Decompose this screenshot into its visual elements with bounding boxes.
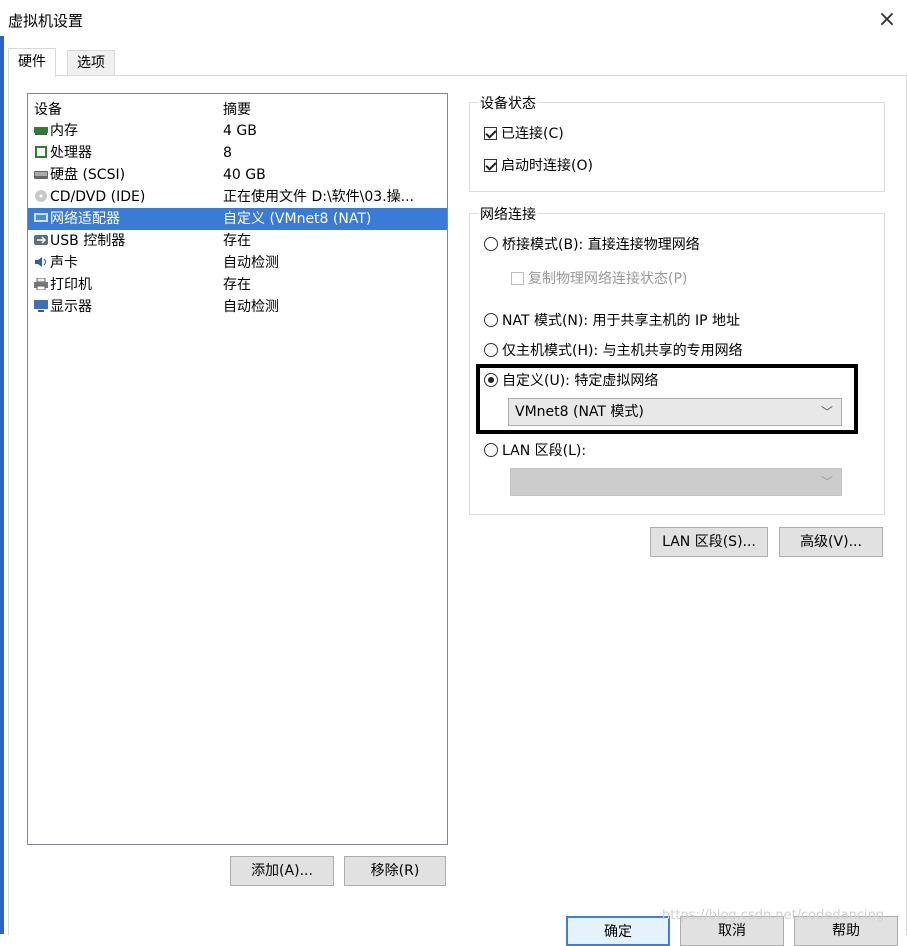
host-only-radio[interactable]: 仅主机模式(H): 与主机共享的专用网络 — [484, 340, 743, 360]
nat-radio[interactable]: NAT 模式(N): 用于共享主机的 IP 地址 — [484, 310, 740, 330]
lan-segment-button[interactable]: LAN 区段(S)... — [650, 527, 768, 557]
device-row-cd-dvd[interactable]: CD/DVD (IDE) 正在使用文件 D:\软件\03.操... — [28, 186, 447, 208]
network-connection-legend: 网络连接 — [478, 204, 538, 224]
device-summary: 自动检测 — [223, 255, 279, 271]
device-row-sound-card[interactable]: 声卡 自动检测 — [28, 252, 447, 274]
lan-segment-label: LAN 区段(L): — [502, 443, 587, 459]
replicate-state-label: 复制物理网络连接状态(P) — [528, 271, 688, 287]
device-row-usb[interactable]: USB 控制器 存在 — [28, 230, 447, 252]
checkbox-icon — [484, 127, 497, 140]
device-summary: 8 — [223, 145, 232, 161]
device-row-network-adapter[interactable]: 网络适配器 自定义 (VMnet8 (NAT) — [28, 208, 447, 230]
device-name: 声卡 — [50, 255, 78, 271]
device-summary: 自定义 (VMnet8 (NAT) — [223, 211, 372, 227]
connect-on-power-checkbox[interactable]: 启动时连接(O) — [484, 155, 593, 175]
device-name: 硬盘 (SCSI) — [50, 167, 126, 183]
chevron-down-icon: ﹀ — [820, 475, 833, 489]
device-summary: 存在 — [223, 277, 251, 293]
device-summary: 自动检测 — [223, 299, 279, 315]
device-summary: 4 GB — [223, 123, 257, 139]
device-name: 打印机 — [50, 277, 92, 293]
device-name: CD/DVD (IDE) — [50, 189, 146, 205]
memory-icon — [34, 121, 48, 135]
nat-label: NAT 模式(N): 用于共享主机的 IP 地址 — [502, 313, 740, 329]
device-summary: 存在 — [223, 233, 251, 249]
annotation-highlight-box — [476, 364, 858, 434]
device-summary: 40 GB — [223, 167, 266, 183]
device-name: 内存 — [50, 123, 78, 139]
radio-icon — [484, 443, 498, 457]
list-header: 设备 摘要 — [28, 100, 447, 120]
replicate-state-checkbox[interactable]: 复制物理网络连接状态(P) — [511, 268, 687, 288]
cd-dvd-icon — [34, 187, 48, 202]
device-status-group — [469, 102, 885, 192]
close-icon[interactable]: × — [873, 6, 901, 34]
device-list[interactable]: 设备 摘要 内存 4 GB 处理器 8 硬盘 (SCSI) 40 GB CD/D… — [27, 93, 448, 845]
sound-card-icon — [34, 253, 48, 267]
connected-label: 已连接(C) — [501, 126, 564, 142]
processor-icon — [34, 143, 48, 158]
tab-options[interactable]: 选项 — [67, 50, 115, 75]
window-edge — [0, 36, 4, 934]
lan-segment-select[interactable]: ﹀ — [510, 468, 842, 496]
device-status-legend: 设备状态 — [478, 93, 538, 113]
radio-icon — [484, 313, 498, 327]
device-summary: 正在使用文件 D:\软件\03.操... — [223, 189, 414, 205]
device-row-display[interactable]: 显示器 自动检测 — [28, 296, 447, 318]
device-row-memory[interactable]: 内存 4 GB — [28, 120, 447, 142]
device-row-processor[interactable]: 处理器 8 — [28, 142, 447, 164]
usb-icon — [34, 231, 48, 245]
device-row-printer[interactable]: 打印机 存在 — [28, 274, 447, 296]
connected-checkbox[interactable]: 已连接(C) — [484, 123, 564, 143]
checkbox-icon — [484, 159, 497, 172]
checkbox-icon — [511, 272, 524, 285]
lan-segment-radio[interactable]: LAN 区段(L): — [484, 440, 586, 460]
remove-device-button[interactable]: 移除(R) — [344, 856, 446, 886]
bridged-label: 桥接模式(B): 直接连接物理网络 — [502, 237, 700, 253]
device-row-hard-disk[interactable]: 硬盘 (SCSI) 40 GB — [28, 164, 447, 186]
device-name: 处理器 — [50, 145, 92, 161]
summary-column-header[interactable]: 摘要 — [223, 100, 251, 120]
connect-on-power-label: 启动时连接(O) — [501, 158, 593, 174]
device-name: 网络适配器 — [50, 211, 120, 227]
add-device-button[interactable]: 添加(A)... — [230, 856, 334, 886]
display-icon — [34, 297, 48, 312]
ok-button[interactable]: 确定 — [566, 916, 670, 946]
radio-icon — [484, 237, 498, 251]
printer-icon — [34, 275, 48, 291]
window-title: 虚拟机设置 — [8, 12, 84, 30]
hard-disk-icon — [34, 165, 48, 179]
tab-hardware[interactable]: 硬件 — [8, 48, 56, 77]
watermark-text: https://blog.csdn.net/codedancing — [662, 908, 885, 923]
device-column-header[interactable]: 设备 — [34, 100, 62, 120]
host-only-label: 仅主机模式(H): 与主机共享的专用网络 — [502, 343, 743, 359]
device-name: 显示器 — [50, 299, 92, 315]
device-name: USB 控制器 — [50, 233, 126, 249]
network-adapter-icon — [34, 209, 48, 222]
advanced-button[interactable]: 高级(V)... — [779, 527, 883, 557]
radio-icon — [484, 343, 498, 357]
bridged-radio[interactable]: 桥接模式(B): 直接连接物理网络 — [484, 234, 700, 254]
